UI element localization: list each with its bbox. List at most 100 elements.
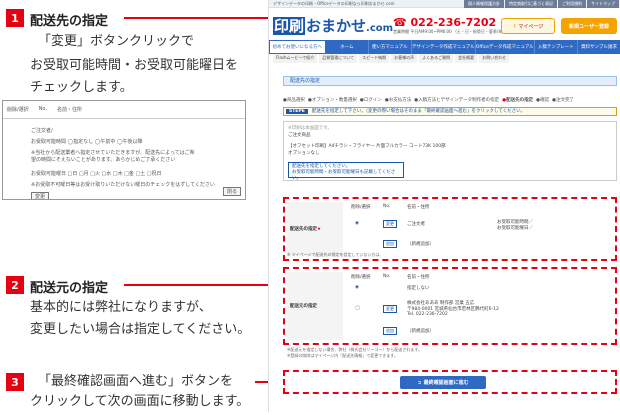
sub-nav: Flashムービーで紹介 品質管理について スピード納期 お客様の声 よくあるご… [269,54,620,63]
annotation-title-2: 配送元の指定 [30,281,109,296]
toplink-privacy[interactable]: 個人情報保護方針 [464,0,504,8]
logo-tld: .com [366,23,394,34]
inset-close-button[interactable]: 閉る [222,187,241,196]
warning-box: 配送先を指定してください。 お受取可能時間・お受取可能曜日も記載してください。 [288,162,404,181]
dest-col-select: 削除/選択 [351,205,371,210]
site-logo[interactable]: 印刷 おまかせ.com [273,15,393,36]
src-radio-company[interactable]: ◯ [355,306,360,311]
dest-day: お受取可能曜日／ [497,226,533,231]
inset-row-4[interactable]: お受取可能曜日 □日 □月 □火 □水 □木 □金 □土 □祝日 [3,168,245,179]
inset-row-2[interactable]: お受取可能時間 ◯指定なし ◯午前中 ◯午後以降 [3,136,245,147]
dest-name: ご注文者 [407,222,425,227]
warning-line-2: お受取可能時間・お受取可能曜日も記載してください。 [292,170,396,181]
logo-text: おまかせ [306,17,367,35]
src-col-name: 名前・住所 [407,275,430,280]
nav-design-manual[interactable]: デザインデータ作成マニュアル [412,40,476,54]
nav-sample[interactable]: 資料サンプル請求 [578,40,620,54]
src-change-button[interactable]: 変更 [383,305,397,313]
step-5: ●入稿方法とデザインデータ制作者の指定 [414,98,500,103]
inset-col-name: 名前・住所 [57,107,83,113]
nav-home[interactable]: ホーム [326,40,369,54]
register-button[interactable]: 新規ユーザー登録 [561,18,617,34]
order-product-box: ※印刷は本画面です。 ご注文商品 【オフセット印刷】A4チラシ・フライヤー 片面… [283,121,617,181]
product-line-2: オプションなし [288,151,320,156]
src-add-button[interactable]: 追加 [383,327,397,335]
subnav-flash[interactable]: Flashムービーで紹介 [273,54,318,63]
step-7: ●確認 [536,98,550,103]
destination-table: 配送先の指定 ★ 削除/選択 No. 名前・住所 ◉ 変更 ご注文者 お受取可能時… [287,202,613,256]
phone-number-text: 022-236-7202 [410,16,497,29]
step-label: STEP6 [286,109,308,114]
nav-office-manual[interactable]: Officeデータ作成マニュアル [476,40,535,54]
source-label: 配送元の指定 [287,272,343,340]
src-radio-none[interactable]: ◉ [355,285,359,290]
annotation-2-line-2: 変更したい場合は指定してください。 [30,322,251,337]
step-8: ●注文完了 [552,98,574,103]
nav-first-time[interactable]: 初めてお使いになる方へ [269,40,326,54]
inset-row-5: ※お受取不可曜日等はお受け取りいただけない曜日のチェックをはずしてください [31,182,215,188]
step-1: ●商品選択 [283,98,305,103]
product-note: ※印刷は本画面です。 [288,126,332,131]
subnav-company[interactable]: 会社概要 [455,54,478,63]
annotation-1-line-1: 「変更」ボタンクリックで [38,34,195,49]
step-number-2: 2 [6,276,24,294]
annotation-2-line-1: 基本的には弊社になりますが、 [30,300,212,315]
subnav-speed[interactable]: スピード納期 [359,54,390,63]
dest-change-button[interactable]: 変更 [383,220,397,228]
subnav-quality[interactable]: 品質管理について [319,54,358,63]
source-table: 配送元の指定 削除/選択 No. 名前・住所 ◉ 指定しない ◯ 変更 株式会社… [287,272,613,340]
annotation-1-line-3: チェックします。 [30,80,133,95]
subnav-voice[interactable]: お客様の声 [391,54,418,63]
section-title: 配送先の指定 [283,76,617,86]
nav-manual[interactable]: 使い方マニュアル [369,40,412,54]
product-line-1: 【オフセット印刷】A4チラシ・フライヤー 片面フルカラー コート73K 100部 [288,144,446,149]
step-number-3: 3 [6,373,24,391]
progress-steps: ●商品選択 ●オプション・数量選択 ●ログイン ●お支払方法 ●入稿方法とデザイ… [283,97,617,103]
topbar-text: デザインデータの印刷・Officeデータの印刷なら印刷おまかせ.com [273,1,395,6]
toplink-terms[interactable]: ご利用規約 [558,0,586,8]
site-screenshot: デザインデータの印刷・Officeデータの印刷なら印刷おまかせ.com 個人情報… [268,0,620,412]
confirm-button[interactable]: ➲ 最終確認画面に進む [400,376,486,389]
phone-number: ☎ 022-236-7202 [393,16,496,29]
dest-note: ※ マイページで配送先の指定を設定していない方は、 [287,252,384,257]
destination-label: 配送先の指定 ★ [287,202,343,256]
toplink-law[interactable]: 特定商取引に基づく表記 [505,0,557,8]
phone-icon: ☎ [393,16,411,29]
main-nav: 初めてお使いになる方へ ホーム 使い方マニュアル デザインデータ作成マニュアル … [269,40,620,54]
mypage-button[interactable]: ⚷ マイページ [501,18,555,34]
popup-inset: 削除/選択 No. 名前・住所 ご注文者/ お受取可能時間 ◯指定なし ◯午前中… [2,100,246,200]
subnav-faq[interactable]: よくあるご質問 [419,54,454,63]
top-links: 個人情報保護方針 特定商取引に基づく表記 ご利用規約 サイトマップ [464,0,619,8]
source-note-2: ※登録の削除はマイページ内「配送先情報」で変更できます。 [287,353,398,358]
key-icon: ⚷ [512,23,517,29]
dest-radio[interactable]: ◉ [355,221,359,226]
confirm-label: 最終確認画面に進む [423,380,469,386]
inset-col-no: No. [38,106,47,112]
pointer-line-1 [124,17,290,19]
dest-add-note: （新規追加） [407,242,434,247]
src-tel: Tel. 022-236-7202 [407,312,448,317]
step-instruction: STEP6 配送先を指定して下さい。（変更の際い場合はそのまま「最終確認画面へ進む… [283,107,617,116]
inset-change-button[interactable]: 変更 [31,192,50,199]
subnav-contact[interactable]: お問い合わせ [479,54,510,63]
src-add-note: （新規追加） [407,329,434,334]
step-6-current: ●配送先の指定 [502,98,534,103]
inset-col-select: 削除/選択 [7,107,29,113]
annotation-3-line-1: 「最終確認画面へ進む」ボタンを [38,374,234,389]
annotation-3-line-2: クリックして次の画面に移動します。 [30,394,250,409]
step-text: 配送先を指定して下さい。（変更の際い場合はそのまま「最終確認画面へ進む」をクリッ… [311,109,526,114]
mypage-label: マイページ [518,23,544,30]
nav-template[interactable]: 入稿テンプレート [535,40,578,54]
pointer-line-2 [124,284,284,286]
logo-box: 印刷 [273,17,306,35]
dest-add-button[interactable]: 追加 [383,240,397,248]
step-4: ●お支払方法 [384,98,412,103]
step-3: ●ログイン [359,98,382,103]
top-strip: デザインデータの印刷・Officeデータの印刷なら印刷おまかせ.com 個人情報… [269,0,620,8]
src-col-select: 削除/選択 [351,275,371,280]
annotation-1-line-2: お受取可能時間・お受取可能曜日を [30,58,239,73]
inset-row-3: ※当社から配送業者へ指定させていただきますが、配送先によってはご希望の時間にそえ… [31,150,195,163]
toplink-sitemap[interactable]: サイトマップ [587,0,619,8]
annotation-title-1: 配送先の指定 [30,14,109,29]
product-label: ご注文商品 [288,133,311,138]
